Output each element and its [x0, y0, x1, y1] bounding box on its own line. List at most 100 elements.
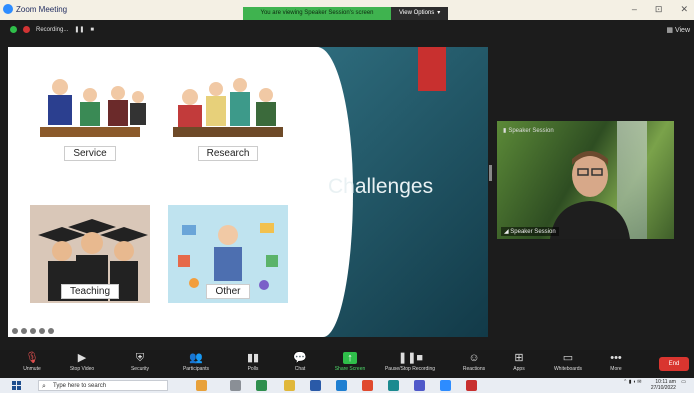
- close-button[interactable]: ✕: [680, 4, 688, 15]
- reactions-icon: ☺: [468, 352, 480, 364]
- video-icon: ▶: [77, 352, 87, 364]
- slide-title: Challenges: [328, 175, 434, 198]
- share-screen-button[interactable]: ↑ Share Screen: [326, 352, 374, 372]
- windows-start-icon[interactable]: [12, 381, 21, 390]
- search-icon: ⌕: [42, 383, 46, 390]
- slide-quadrant-other: Other: [168, 205, 288, 303]
- video-top-name: Speaker Session: [508, 127, 554, 134]
- zoom-logo-icon: [3, 4, 13, 14]
- slide-controls: [12, 328, 54, 334]
- quadrant-label: Research: [197, 146, 259, 161]
- app-title: Zoom Meeting: [3, 4, 67, 14]
- participant-avatar: [550, 151, 630, 239]
- shared-slide: Challenges Service Research Teaching Oth…: [8, 47, 488, 337]
- minimize-button[interactable]: –: [632, 4, 637, 15]
- view-label: View: [674, 27, 690, 34]
- share-screen-icon: ↑: [343, 352, 357, 364]
- task-view-icon[interactable]: [230, 380, 241, 391]
- chat-button[interactable]: 💬 Chat: [276, 352, 324, 372]
- teams-icon[interactable]: [414, 380, 425, 391]
- chat-icon: 💬: [293, 352, 307, 364]
- mic-icon: ▮: [503, 128, 507, 134]
- slide-prev-icon[interactable]: [12, 328, 18, 334]
- tray-icons[interactable]: ⌃ ▮ ◖ ✉: [623, 379, 641, 385]
- more-button[interactable]: ••• More: [592, 352, 640, 372]
- slide-quadrant-research: Research: [168, 67, 288, 165]
- view-options-button[interactable]: View Options ▾: [391, 7, 449, 20]
- zoom-taskbar-icon[interactable]: [440, 380, 451, 391]
- shield-status-icon[interactable]: [10, 26, 17, 33]
- window-controls: – ⊡ ✕: [632, 4, 688, 15]
- taskbar-search-placeholder: Type here to search: [53, 383, 107, 389]
- panel-divider-handle[interactable]: [489, 165, 492, 181]
- participants-icon: 👥: [189, 352, 203, 364]
- stop-video-button[interactable]: ▶ Stop Video: [58, 352, 106, 372]
- security-button[interactable]: ⛨ Security: [116, 352, 164, 372]
- slide-grid-icon[interactable]: [30, 328, 36, 334]
- taskbar-app-icon[interactable]: [196, 380, 207, 391]
- file-explorer-icon[interactable]: [284, 380, 295, 391]
- edge-icon[interactable]: [388, 380, 399, 391]
- quadrant-label: Other: [206, 284, 250, 299]
- signal-icon: ◢: [504, 229, 509, 235]
- pause-recording-icon[interactable]: ❚❚: [74, 26, 84, 33]
- word-icon[interactable]: [310, 380, 321, 391]
- participant-name-text: Speaker Session: [510, 229, 556, 235]
- unmute-label: Unmute: [23, 366, 41, 372]
- more-icon: •••: [610, 352, 622, 364]
- taskbar-search-input[interactable]: ⌕ Type here to search: [38, 380, 168, 391]
- record-icon: ❚❚■: [398, 352, 424, 364]
- whiteboards-button[interactable]: ▭ Whiteboards: [542, 352, 594, 372]
- quadrant-label: Service: [64, 146, 116, 161]
- slide-quadrant-service: Service: [30, 67, 150, 165]
- mic-muted-icon: 🎙: [25, 352, 39, 364]
- stop-video-label: Stop Video: [69, 366, 95, 372]
- apps-icon: ⊞: [514, 352, 524, 364]
- app-name: Zoom Meeting: [16, 4, 68, 14]
- view-button[interactable]: ▦ View: [666, 26, 690, 34]
- participant-name: ◢ Speaker Session: [501, 227, 559, 236]
- stop-recording-icon[interactable]: ■: [90, 27, 94, 33]
- security-label: Security: [130, 366, 150, 372]
- chrome-icon[interactable]: [362, 380, 373, 391]
- powerpoint-icon[interactable]: [466, 380, 477, 391]
- reactions-label: Reactions: [462, 366, 486, 372]
- slide-pen-icon[interactable]: [21, 328, 27, 334]
- polls-button[interactable]: ▮▮ Polls: [229, 352, 277, 372]
- whiteboards-label: Whiteboards: [553, 366, 583, 372]
- participant-video-tile[interactable]: ▮ Speaker Session ◢ Speaker Session: [497, 121, 674, 239]
- system-tray: ⌃ ▮ ◖ ✉ 10:11 am 27/10/2022 ▭: [623, 379, 686, 391]
- slide-zoom-icon[interactable]: [39, 328, 45, 334]
- pause-stop-recording-label: Pause/Stop Recording: [384, 366, 436, 372]
- polls-icon: ▮▮: [246, 352, 260, 364]
- clock-date[interactable]: 27/10/2022: [651, 385, 676, 391]
- share-banner-message: You are viewing Speaker Session's screen: [243, 7, 391, 20]
- pause-stop-recording-button[interactable]: ❚❚■ Pause/Stop Recording: [378, 352, 442, 372]
- meeting-status-bar: Recording... ❚❚ ■: [10, 26, 94, 33]
- excel-icon[interactable]: [256, 380, 267, 391]
- slide-red-tab: [418, 47, 446, 91]
- view-options-label: View Options: [399, 10, 435, 16]
- notification-icon[interactable]: ▭: [681, 379, 686, 385]
- window-titlebar: Zoom Meeting You are viewing Speaker Ses…: [0, 0, 694, 20]
- slide-quadrant-teaching: Teaching: [30, 205, 150, 303]
- participants-label: Participants: [182, 366, 210, 372]
- outlook-icon[interactable]: [336, 380, 347, 391]
- participants-button[interactable]: 👥 Participants: [172, 352, 220, 372]
- recording-icon: [23, 26, 30, 33]
- maximize-button[interactable]: ⊡: [655, 4, 663, 15]
- share-banner: You are viewing Speaker Session's screen…: [243, 7, 449, 20]
- share-screen-label: Share Screen: [334, 366, 366, 372]
- chevron-down-icon: ▾: [437, 10, 441, 16]
- windows-taskbar: ⌕ Type here to search ⌃ ▮ ◖ ✉ 10:11 am 2…: [0, 378, 694, 393]
- end-meeting-button[interactable]: End: [659, 357, 689, 371]
- polls-label: Polls: [247, 366, 259, 372]
- apps-button[interactable]: ⊞ Apps: [495, 352, 543, 372]
- grid-icon: ▦: [666, 27, 673, 34]
- video-top-label: ▮ Speaker Session: [503, 127, 554, 135]
- apps-label: Apps: [513, 366, 525, 372]
- reactions-button[interactable]: ☺ Reactions: [450, 352, 498, 372]
- slide-next-icon[interactable]: [48, 328, 54, 334]
- unmute-button[interactable]: 🎙 Unmute: [8, 352, 56, 372]
- chat-label: Chat: [294, 366, 306, 372]
